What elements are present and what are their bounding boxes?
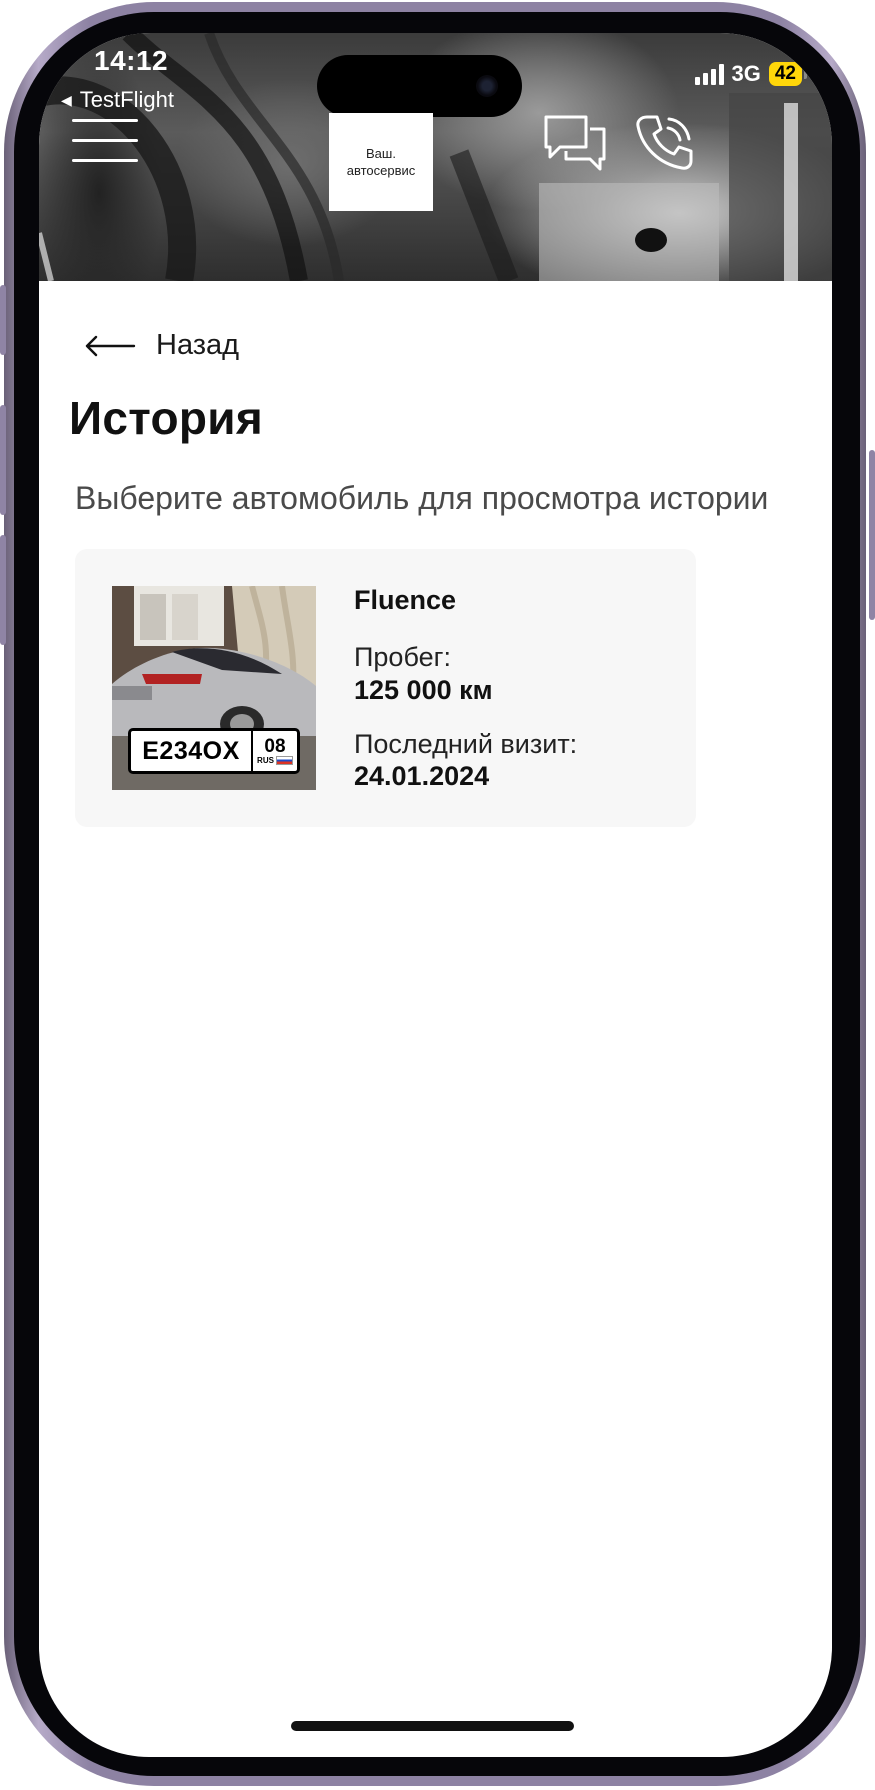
network-type: 3G	[731, 61, 761, 86]
menu-button[interactable]	[72, 119, 140, 169]
vehicle-photo: E234OX 08 RUS	[112, 586, 316, 790]
chat-button[interactable]	[544, 115, 606, 176]
plate-country: RUS	[257, 756, 274, 765]
logo-line-2: автосервис	[346, 163, 416, 178]
page-subtitle: Выберите автомобиль для просмотра истори…	[75, 480, 769, 516]
back-label: Назад	[156, 329, 240, 361]
back-button[interactable]: Назад	[84, 329, 239, 362]
camera-icon	[476, 75, 498, 97]
side-button	[0, 285, 6, 355]
vehicle-card[interactable]: E234OX 08 RUS Fluence Пробег: 125 000 км…	[75, 549, 696, 827]
back-triangle-icon: ◀	[61, 92, 72, 108]
mileage-label: Пробег:	[354, 642, 451, 672]
back-app-label: TestFlight	[79, 87, 174, 112]
logo-line-1: Ваш.	[366, 146, 396, 161]
license-plate: E234OX 08 RUS	[128, 728, 300, 774]
last-visit-label: Последний визит:	[354, 729, 578, 759]
plate-country-row: RUS	[257, 756, 293, 765]
status-time: 14:12	[94, 45, 169, 76]
screen: 14:12 ◀ TestFlight 3G 42 Ваш. автосервис	[39, 33, 832, 1757]
page-title: История	[69, 392, 263, 444]
power-button	[869, 450, 875, 620]
vehicle-name: Fluence	[354, 585, 457, 615]
chat-icon	[544, 115, 606, 171]
service-logo[interactable]: Ваш. автосервис	[329, 113, 433, 211]
call-button[interactable]	[635, 113, 695, 178]
plate-region-block: 08 RUS	[253, 731, 297, 771]
plate-region: 08	[264, 736, 286, 757]
volume-down-button	[0, 535, 6, 645]
menu-icon	[72, 119, 138, 122]
arrow-left-icon	[85, 335, 136, 356]
phone-icon	[636, 115, 693, 170]
russia-flag-icon	[275, 756, 293, 765]
mileage-value: 125 000 км	[354, 675, 493, 705]
plate-number: E234OX	[131, 731, 253, 771]
last-visit-value: 24.01.2024	[354, 761, 490, 791]
volume-up-button	[0, 405, 6, 515]
dynamic-island	[317, 55, 522, 117]
status-indicators: 3G 42	[694, 61, 808, 87]
battery-indicator: 42	[768, 62, 808, 86]
header-banner: 14:12 ◀ TestFlight 3G 42 Ваш. автосервис	[39, 33, 832, 281]
home-indicator[interactable]	[291, 1721, 574, 1731]
signal-icon	[694, 63, 724, 85]
back-to-app-link[interactable]: ◀ TestFlight	[61, 87, 174, 113]
